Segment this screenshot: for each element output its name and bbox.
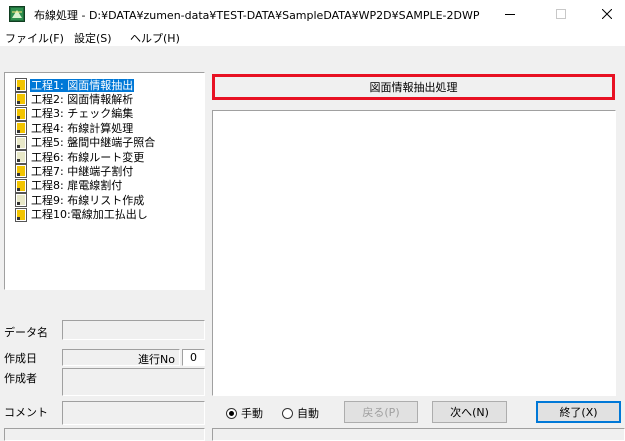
radio-manual-label: 手動 [241,407,263,420]
next-button[interactable]: 次へ(N) [432,401,507,423]
finish-button-label: 終了(X) [559,406,598,419]
document-icon [15,106,27,121]
minimize-button[interactable] [487,0,533,28]
menu-file[interactable]: ファイル(F) [5,30,64,46]
status-panel-right [212,428,625,441]
step-label: 工程3: チェック編集 [31,107,134,121]
document-icon [15,193,27,208]
radio-auto[interactable]: 自動 [282,405,319,421]
back-button[interactable]: 戻る(P) [344,401,418,423]
close-icon [602,9,612,19]
step-item[interactable]: 工程4: 布線計算処理 [15,121,134,136]
author-label: 作成者 [4,372,37,385]
document-icon [15,78,27,92]
document-icon [15,150,27,164]
back-button-label: 戻る(P) [362,406,400,419]
progress-no-label: 進行No [138,353,175,366]
radio-auto-label: 自動 [297,407,319,420]
step-label: 工程10:電線加工払出し [31,208,148,222]
step-item[interactable]: 工程2: 図面情報解析 [15,92,134,107]
menu-settings[interactable]: 設定(S) [74,30,112,46]
step-item[interactable]: 工程8: 扉電線割付 [15,178,123,193]
step-label: 工程1: 図面情報抽出 [30,78,135,92]
step-label: 工程8: 扉電線割付 [31,179,123,193]
maximize-icon [556,9,566,19]
step-label: 工程5: 盤間中継端子照合 [31,136,156,150]
created-date-label: 作成日 [4,352,37,365]
step-item[interactable]: 工程5: 盤間中継端子照合 [15,135,156,150]
status-panel-left [4,428,205,441]
window-title: 布線処理 - D:¥DATA¥zumen-data¥TEST-DATA¥Samp… [34,9,480,22]
menu-bar: ファイル(F) 設定(S) ヘルプ(H) [0,28,625,47]
author-field [62,368,205,396]
next-button-label: 次へ(N) [450,406,489,419]
extract-process-button-label: 図面情報抽出処理 [369,81,458,94]
step-item[interactable]: 工程7: 中継端子割付 [15,164,134,179]
step-item[interactable]: 工程1: 図面情報抽出 [15,78,135,92]
finish-button[interactable]: 終了(X) [536,401,621,423]
step-label: 工程2: 図面情報解析 [31,92,134,106]
step-item[interactable]: 工程3: チェック編集 [15,106,134,121]
step-item[interactable]: 工程6: 布線ルート変更 [15,150,145,164]
created-date-field: 進行No [62,349,180,366]
close-button[interactable] [584,0,625,28]
document-icon [15,92,27,107]
data-name-field [62,320,205,340]
maximize-button[interactable] [538,0,584,28]
process-log-pane[interactable] [212,110,616,396]
app-icon [9,6,25,22]
step-label: 工程9: 布線リスト作成 [31,193,145,207]
document-icon [15,164,27,179]
comment-label: コメント [4,406,48,419]
title-bar: 布線処理 - D:¥DATA¥zumen-data¥TEST-DATA¥Samp… [0,0,625,28]
document-icon [15,178,27,193]
radio-manual-circle[interactable] [226,407,237,419]
menu-help[interactable]: ヘルプ(H) [130,30,180,46]
radio-auto-circle[interactable] [282,407,293,419]
progress-no-field: 0 [182,349,205,366]
step-label: 工程6: 布線ルート変更 [31,150,145,164]
data-name-label: データ名 [4,326,48,339]
minimize-icon [505,14,515,15]
comment-field [62,401,205,425]
document-icon [15,121,27,136]
extract-process-button[interactable]: 図面情報抽出処理 [212,74,615,100]
step-item[interactable]: 工程9: 布線リスト作成 [15,193,145,208]
document-icon [15,207,27,222]
step-item[interactable]: 工程10:電線加工払出し [15,207,149,222]
step-label: 工程4: 布線計算処理 [31,121,134,135]
step-label: 工程7: 中継端子割付 [31,164,134,178]
step-list[interactable]: 工程1: 図面情報抽出 工程2: 図面情報解析 工程3: チェック編集 工程4: 布線… [4,72,205,290]
radio-manual[interactable]: 手動 [226,405,263,421]
document-icon [15,135,27,150]
